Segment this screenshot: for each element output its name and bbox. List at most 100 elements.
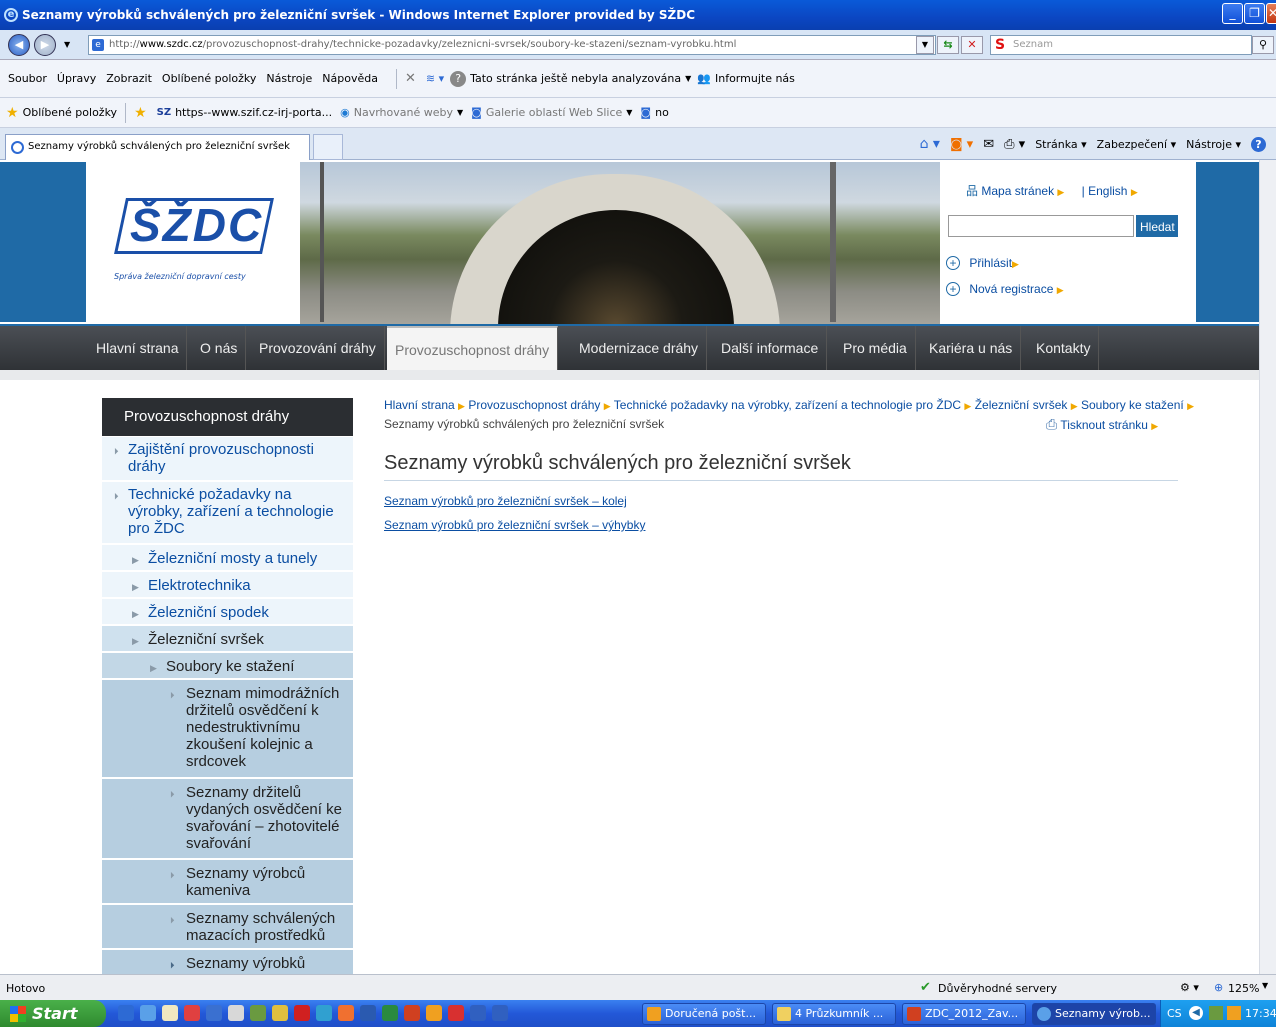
site-search-input[interactable] [948, 215, 1134, 237]
breadcrumb-link[interactable]: Hlavní strana [384, 398, 455, 412]
fav-item-webslice[interactable]: Galerie oblastí Web Slice [486, 106, 622, 119]
nav-operation[interactable]: Provozování dráhy [251, 326, 385, 370]
menu-file[interactable]: Soubor [8, 72, 47, 85]
sitemap-link[interactable]: Mapa stránek ▶ [981, 184, 1064, 198]
register-link[interactable]: Nová registrace ▶ [969, 282, 1063, 296]
tray-arrow-icon[interactable]: ◀ [1189, 1006, 1203, 1020]
analysis-status[interactable]: Tato stránka ještě nebyla analyzována [470, 72, 681, 85]
history-dropdown-icon[interactable]: ▼ [64, 40, 70, 49]
nav-media[interactable]: Pro média [835, 326, 916, 370]
add-favorite-icon[interactable]: ★ [134, 105, 147, 121]
protected-mode-icon[interactable]: ⚙ ▾ [1180, 981, 1199, 994]
left-menu-item-active[interactable]: ▶ Soubory ke stažení [102, 653, 353, 679]
word-quicklaunch-icon[interactable] [470, 1005, 486, 1021]
menu-view[interactable]: Zobrazit [106, 72, 152, 85]
breadcrumb-link[interactable]: Železniční svršek [975, 398, 1068, 412]
clock[interactable]: 17:34 [1245, 1000, 1276, 1027]
ie-quicklaunch-icon[interactable] [118, 1005, 134, 1021]
fav-item-no[interactable]: no [655, 106, 669, 119]
left-menu-item[interactable]: ⏵ Seznamy výrobců kameniva [102, 860, 353, 904]
menu-tools[interactable]: Nástroje [266, 72, 312, 85]
left-menu-item[interactable]: ⏵ Zajištění provozuschopnosti dráhy [102, 437, 353, 481]
nav-career[interactable]: Kariéra u nás [921, 326, 1022, 370]
nav-more-info[interactable]: Další informace [713, 326, 828, 370]
left-menu-item[interactable]: ⏵ Seznamy schválených mazacích prostředků [102, 905, 353, 949]
cmd-security[interactable]: Zabezpečení ▾ [1097, 138, 1176, 151]
app-quicklaunch-icon[interactable] [228, 1005, 244, 1021]
favorites-label[interactable]: Oblíbené položky [23, 106, 118, 119]
app-quicklaunch-icon[interactable] [448, 1005, 464, 1021]
stop-icon[interactable]: ✕ [961, 36, 983, 54]
szdc-logo[interactable]: ŠŽDC Správa železniční dopravní cesty [106, 192, 276, 292]
breadcrumb-link[interactable]: Provozuschopnost dráhy [468, 398, 600, 412]
ie-quicklaunch-icon[interactable] [140, 1005, 156, 1021]
app-quicklaunch-icon[interactable] [338, 1005, 354, 1021]
left-menu-item[interactable]: ⏵ Technické požadavky na výrobky, zařízen… [102, 482, 353, 544]
document-link-switches[interactable]: Seznam výrobků pro železniční svršek – v… [384, 518, 645, 532]
english-link[interactable]: | English ▶ [1082, 184, 1138, 198]
zoom-level[interactable]: 125% [1228, 982, 1259, 995]
outlook-tray-icon[interactable] [1227, 1006, 1241, 1020]
chevron-down-icon[interactable]: ▼ [685, 74, 691, 83]
nav-about[interactable]: O nás [192, 326, 247, 370]
nav-contacts[interactable]: Kontakty [1028, 326, 1100, 370]
app-quicklaunch-icon[interactable] [316, 1005, 332, 1021]
chevron-down-icon[interactable]: ▼ [626, 108, 632, 117]
app-quicklaunch-icon[interactable] [206, 1005, 222, 1021]
menu-edit[interactable]: Úpravy [57, 72, 96, 85]
address-input[interactable]: e http://www.szdc.cz/provozuschopnost-dr… [88, 35, 936, 55]
new-tab-button[interactable] [313, 134, 343, 160]
left-menu-item[interactable]: ▶ Elektrotechnika [102, 572, 353, 598]
scrollbar[interactable] [1259, 160, 1276, 974]
home-icon[interactable]: ⌂ ▾ [920, 136, 940, 152]
document-link-track[interactable]: Seznam výrobků pro železniční svršek – k… [384, 494, 627, 508]
word-quicklaunch-icon[interactable] [492, 1005, 508, 1021]
search-go-icon[interactable]: ⚲ [1252, 36, 1274, 54]
print-icon[interactable]: ⎙ ▾ [1004, 137, 1025, 152]
start-button[interactable]: Start [0, 1000, 106, 1027]
forward-button[interactable]: ▶ [34, 34, 56, 56]
close-toolbar-icon[interactable]: ✕ [405, 71, 416, 86]
home-quicklaunch-icon[interactable] [162, 1005, 178, 1021]
left-menu-item[interactable]: ▶ Železniční mosty a tunely [102, 545, 353, 571]
task-powerpoint[interactable]: ZDC_2012_Zav... [902, 1003, 1026, 1025]
cmd-tools[interactable]: Nástroje ▾ [1186, 138, 1241, 151]
word-quicklaunch-icon[interactable] [360, 1005, 376, 1021]
minimize-button[interactable]: _ [1222, 3, 1243, 24]
breadcrumb-link[interactable]: Technické požadavky na výrobky, zařízení… [614, 398, 961, 412]
left-menu-item[interactable]: ⏵Seznamy výrobků schválených [102, 950, 353, 974]
help-icon[interactable]: ? [1251, 136, 1266, 152]
site-search-button[interactable]: Hledat [1134, 215, 1178, 237]
app-quicklaunch-icon[interactable] [250, 1005, 266, 1021]
address-dropdown-icon[interactable]: ▼ [916, 36, 934, 54]
outlook-quicklaunch-icon[interactable] [426, 1005, 442, 1021]
left-menu-item-active[interactable]: ▶ Železniční svršek [102, 626, 353, 652]
menu-help[interactable]: Nápověda [322, 72, 378, 85]
app-quicklaunch-icon[interactable] [294, 1005, 310, 1021]
task-explorer[interactable]: 4 Průzkumník ... [772, 1003, 896, 1025]
chevron-down-icon[interactable]: ▼ [1262, 981, 1268, 990]
network-icon[interactable] [1209, 1006, 1223, 1020]
mail-icon[interactable]: ✉ [983, 137, 994, 152]
browser-tab[interactable]: Seznamy výrobků schválených pro železnič… [5, 134, 310, 160]
wifi-icon[interactable]: ≋ ▾ [426, 72, 444, 85]
cmd-page[interactable]: Stránka ▾ [1035, 138, 1086, 151]
close-window-button[interactable]: ✕ [1266, 3, 1276, 24]
search-input[interactable]: S Seznam [990, 35, 1252, 55]
back-button[interactable]: ◀ [8, 34, 30, 56]
security-zone[interactable]: Důvěryhodné servery [938, 982, 1057, 995]
task-outlook[interactable]: Doručená pošt... [642, 1003, 766, 1025]
excel-quicklaunch-icon[interactable] [382, 1005, 398, 1021]
nav-home[interactable]: Hlavní strana [88, 326, 188, 370]
language-indicator[interactable]: CS [1167, 1000, 1182, 1027]
nav-modernization[interactable]: Modernizace dráhy [571, 326, 708, 370]
login-link[interactable]: Přihlásit▶ [969, 256, 1019, 270]
powerpoint-quicklaunch-icon[interactable] [404, 1005, 420, 1021]
task-ie[interactable]: Seznamy výrob... [1032, 1003, 1156, 1025]
print-page-link[interactable]: ⎙ Tisknout stránku ▶ [1046, 416, 1158, 433]
breadcrumb-link[interactable]: Soubory ke stažení [1081, 398, 1184, 412]
left-menu-item[interactable]: ⏵ Seznamy držitelů vydaných osvědčení ke … [102, 779, 353, 859]
left-menu-item[interactable]: ▶ Železniční spodek [102, 599, 353, 625]
rss-icon[interactable]: ◙ ▾ [950, 137, 973, 152]
fav-item-szif[interactable]: https--www.szif.cz-irj-porta... [175, 106, 332, 119]
